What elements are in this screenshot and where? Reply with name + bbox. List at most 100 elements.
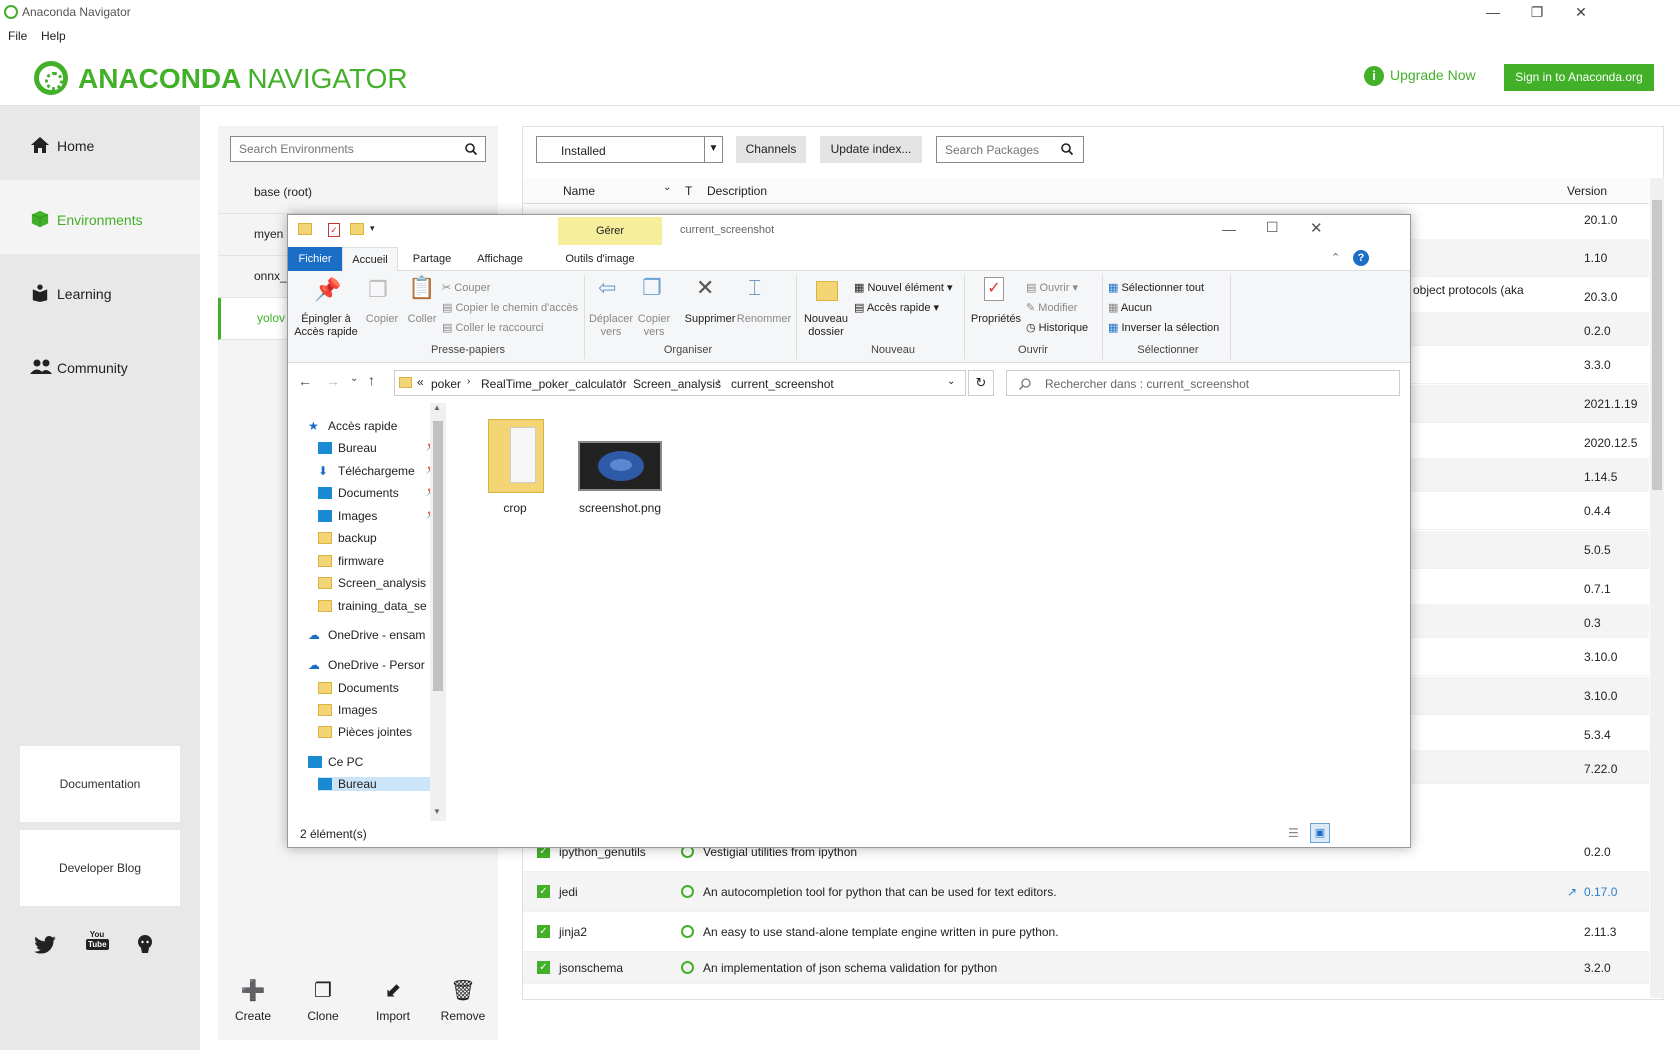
tree-item[interactable]: ☁ OneDrive - Persor — [308, 658, 428, 672]
channels-button[interactable]: Channels — [736, 136, 806, 163]
tree-scrollbar[interactable]: ▲ ▼ — [430, 403, 446, 821]
scrollbar-thumb[interactable] — [433, 421, 443, 691]
select-none-button[interactable]: ▦ Aucun — [1108, 301, 1152, 314]
collapse-ribbon-icon[interactable]: ⌃ — [1331, 251, 1340, 264]
clone-env-button[interactable]: ❐ Clone — [288, 970, 358, 1030]
help-icon[interactable]: ? — [1353, 250, 1369, 266]
new-item-button[interactable]: ▦ Nouvel élément ▾ — [854, 281, 952, 294]
github-icon[interactable] — [136, 934, 154, 954]
minimize-button[interactable]: — — [1476, 2, 1510, 24]
recent-locations-chevron-icon[interactable]: ⌄ — [350, 373, 358, 384]
open-button[interactable]: ▤ Ouvrir ▾ — [1026, 281, 1078, 294]
upgrade-now-link[interactable]: i Upgrade Now — [1364, 66, 1476, 86]
tree-item[interactable]: Bureau — [318, 777, 430, 791]
customize-toolbar-icon[interactable]: ▾ — [370, 223, 375, 234]
documentation-card[interactable]: Documentation — [20, 746, 180, 822]
create-env-button[interactable]: ➕ Create — [218, 970, 288, 1030]
maximize-button[interactable]: ☐ — [1266, 219, 1279, 236]
cut-button[interactable]: ✂ Couper — [442, 281, 490, 294]
select-all-button[interactable]: ▦ Sélectionner tout — [1108, 281, 1204, 294]
details-view-icon[interactable]: ☰ — [1288, 826, 1299, 840]
manage-context-tab[interactable]: Gérer — [558, 217, 662, 245]
breadcrumb-realtime[interactable]: RealTime_poker_calculator — [481, 377, 627, 391]
close-button[interactable]: ✕ — [1564, 2, 1598, 24]
menu-file[interactable]: File — [8, 29, 27, 43]
close-button[interactable]: ✕ — [1310, 219, 1323, 237]
tab-partage[interactable]: Partage — [402, 247, 462, 271]
search-environments-input[interactable] — [231, 137, 451, 161]
up-arrow-icon[interactable]: ↑ — [368, 372, 375, 388]
tree-item[interactable]: firmware — [318, 554, 438, 568]
paste-shortcut-button[interactable]: ▤ Coller le raccourci — [442, 321, 543, 334]
copy-button[interactable]: Copier — [362, 313, 402, 325]
breadcrumb-current[interactable]: current_screenshot — [731, 377, 834, 391]
checkbox-checked-icon[interactable]: ✓ — [537, 961, 550, 974]
properties-quick-icon[interactable]: ✓ — [328, 223, 340, 237]
remove-env-button[interactable]: 🗑 Remove — [428, 970, 498, 1030]
new-folder-button[interactable]: Nouveau dossier — [800, 313, 852, 339]
tree-item[interactable]: Images📌 — [318, 509, 438, 523]
sign-in-button[interactable]: Sign in to Anaconda.org — [1504, 64, 1654, 91]
nav-environments[interactable]: Environments — [0, 180, 200, 254]
menu-help[interactable]: Help — [41, 29, 66, 43]
package-version-update[interactable]: 0.17.0 — [1584, 885, 1617, 899]
breadcrumb-separator-icon[interactable]: › — [619, 376, 622, 387]
back-arrow-icon[interactable]: ← — [298, 373, 312, 389]
search-packages-input[interactable] — [937, 137, 1057, 162]
search-folder-field[interactable]: Rechercher dans : current_screenshot — [1006, 370, 1400, 396]
address-dropdown-icon[interactable]: ⌄ — [947, 376, 955, 387]
restore-button[interactable]: ❐ — [1520, 2, 1554, 24]
move-to-button[interactable]: Déplacer vers — [586, 313, 636, 339]
breadcrumb-screen-analysis[interactable]: Screen_analysis — [633, 377, 721, 391]
tree-item[interactable]: ⬇Téléchargeme📌 — [318, 464, 438, 478]
tab-accueil[interactable]: Accueil — [342, 247, 398, 271]
column-type[interactable]: T — [685, 184, 692, 198]
checkbox-checked-icon[interactable]: ✓ — [537, 885, 550, 898]
search-packages-field[interactable] — [936, 136, 1084, 163]
paste-button[interactable]: Coller — [402, 313, 442, 325]
column-name[interactable]: Name — [563, 184, 595, 198]
packages-scrollbar[interactable] — [1650, 178, 1664, 998]
new-folder-quick-icon[interactable] — [350, 223, 364, 235]
tree-item[interactable]: backup — [318, 531, 438, 545]
checkbox-checked-icon[interactable]: ✓ — [537, 925, 550, 938]
nav-learning[interactable]: Learning — [0, 254, 200, 328]
table-row[interactable]: ✓ jedi An autocompletion tool for python… — [523, 872, 1649, 912]
copy-to-button[interactable]: Copier vers — [634, 313, 674, 339]
table-row[interactable]: ✓ jinja2 An easy to use stand-alone temp… — [523, 912, 1649, 952]
edit-button[interactable]: ✎ Modifier — [1026, 301, 1077, 314]
easy-access-button[interactable]: ▤ Accès rapide ▾ — [854, 301, 939, 314]
rename-button[interactable]: Renommer — [736, 313, 792, 325]
env-item[interactable]: base (root) — [218, 172, 498, 214]
nav-home[interactable]: Home — [0, 106, 200, 180]
tree-item[interactable]: Pièces jointes — [318, 725, 438, 739]
tree-item[interactable]: Images — [318, 703, 438, 717]
scroll-down-icon[interactable]: ▼ — [433, 807, 441, 816]
breadcrumb-separator-icon[interactable]: › — [467, 376, 470, 387]
tab-outils-image[interactable]: Outils d'image — [550, 247, 650, 271]
address-bar[interactable]: « poker › RealTime_poker_calculator › Sc… — [394, 370, 966, 396]
nav-community[interactable]: Community — [0, 328, 200, 402]
column-description[interactable]: Description — [707, 184, 767, 198]
copy-path-button[interactable]: ▤ Copier le chemin d'accès — [442, 301, 578, 314]
table-row[interactable]: ✓ jsonschema An implementation of json s… — [523, 952, 1649, 984]
forward-arrow-icon[interactable]: → — [326, 373, 340, 389]
invert-selection-button[interactable]: ▦ Inverser la sélection — [1108, 321, 1219, 334]
search-environments-field[interactable] — [230, 136, 486, 162]
tree-item[interactable]: Documents📌 — [318, 486, 438, 500]
minimize-button[interactable]: — — [1222, 221, 1236, 237]
tree-item[interactable]: ☁ OneDrive - ensam — [308, 628, 428, 642]
scroll-up-icon[interactable]: ▲ — [433, 403, 441, 412]
delete-button[interactable]: Supprimer — [680, 313, 740, 325]
tree-item[interactable]: Ce PC — [308, 755, 428, 769]
large-icons-view-icon[interactable]: ▣ — [1310, 823, 1330, 843]
update-index-button[interactable]: Update index... — [820, 136, 922, 163]
tree-item[interactable]: Documents — [318, 681, 438, 695]
tree-item[interactable]: ★ Accès rapide — [308, 419, 428, 433]
developer-blog-card[interactable]: Developer Blog — [20, 830, 180, 906]
tab-fichier[interactable]: Fichier — [288, 247, 342, 271]
twitter-icon[interactable] — [34, 936, 56, 954]
properties-button[interactable]: Propriétés — [968, 313, 1024, 325]
breadcrumb-separator-icon[interactable]: › — [717, 376, 720, 387]
import-env-button[interactable]: ⬋ Import — [358, 970, 428, 1030]
